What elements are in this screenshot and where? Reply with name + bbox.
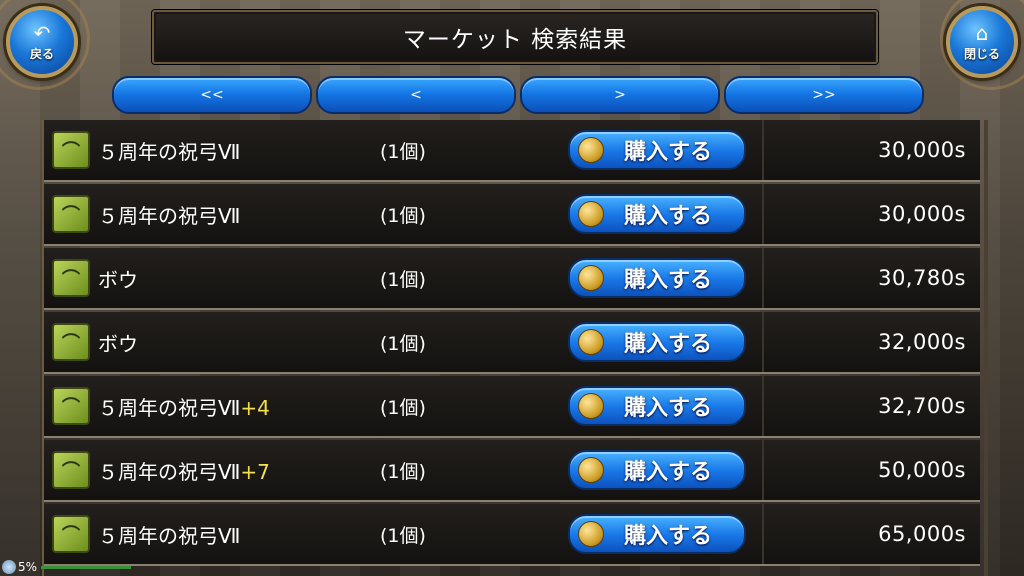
- battery-icon: [2, 560, 16, 574]
- pagination: << < > >>: [112, 76, 924, 114]
- buy-label: 購入する: [624, 204, 713, 229]
- item-price: 30,780s: [878, 266, 966, 290]
- item-name: ５周年の祝弓Ⅶ+4: [98, 395, 270, 420]
- scrollbar[interactable]: [984, 120, 988, 576]
- item-price: 30,000s: [878, 202, 966, 226]
- back-label: 戻る: [29, 46, 54, 61]
- item-quantity: (1個): [380, 204, 426, 227]
- bow-icon: ⌒: [52, 451, 90, 489]
- item-name: ５周年の祝弓Ⅶ: [98, 139, 241, 164]
- buy-label: 購入する: [624, 460, 713, 485]
- buy-label: 購入する: [624, 524, 713, 549]
- item-price: 50,000s: [878, 458, 966, 482]
- divider: [762, 184, 764, 244]
- item-name: ５周年の祝弓Ⅶ+7: [98, 459, 270, 484]
- buy-label: 購入する: [624, 268, 713, 293]
- close-button[interactable]: ⌂ 閉じる: [946, 6, 1018, 78]
- divider: [762, 440, 764, 500]
- buy-label: 購入する: [624, 140, 713, 165]
- item-price: 32,700s: [878, 394, 966, 418]
- coin-icon: [578, 329, 604, 355]
- coin-icon: [578, 137, 604, 163]
- list-item: ⌒ ボウ (1個) 購入する 32,000s: [44, 312, 980, 374]
- list-item: ⌒ ５周年の祝弓Ⅶ (1個) 購入する 30,000s: [44, 120, 980, 182]
- battery-bar: [41, 565, 132, 569]
- title-bar: マーケット 検索結果: [152, 10, 878, 64]
- item-quantity: (1個): [380, 268, 426, 291]
- buy-button[interactable]: 購入する: [568, 514, 746, 554]
- page-title: マーケット 検索結果: [402, 27, 628, 53]
- prev-page-button[interactable]: <: [316, 76, 516, 114]
- coin-icon: [578, 201, 604, 227]
- bow-icon: ⌒: [52, 387, 90, 425]
- list-item: ⌒ ５周年の祝弓Ⅶ+7 (1個) 購入する 50,000s: [44, 440, 980, 502]
- buy-button[interactable]: 購入する: [568, 258, 746, 298]
- last-page-button[interactable]: >>: [724, 76, 924, 114]
- battery-percent: 5%: [18, 560, 38, 574]
- buy-label: 購入する: [624, 332, 713, 357]
- back-button[interactable]: ↶ 戻る: [6, 6, 78, 78]
- coin-icon: [578, 265, 604, 291]
- item-name: ボウ: [98, 267, 138, 292]
- first-page-button[interactable]: <<: [112, 76, 312, 114]
- coin-icon: [578, 521, 604, 547]
- divider: [762, 120, 764, 180]
- item-quantity: (1個): [380, 140, 426, 163]
- buy-button[interactable]: 購入する: [568, 130, 746, 170]
- home-icon: ⌂: [975, 20, 989, 45]
- coin-icon: [578, 393, 604, 419]
- buy-button[interactable]: 購入する: [568, 386, 746, 426]
- close-label: 閉じる: [963, 46, 1000, 61]
- item-price: 32,000s: [878, 330, 966, 354]
- bow-icon: ⌒: [52, 515, 90, 553]
- list-item: ⌒ ５周年の祝弓Ⅶ+4 (1個) 購入する 32,700s: [44, 376, 980, 438]
- status-bar: 5%: [2, 558, 132, 576]
- buy-button[interactable]: 購入する: [568, 450, 746, 490]
- item-price: 65,000s: [878, 522, 966, 546]
- divider: [762, 312, 764, 372]
- divider: [762, 504, 764, 564]
- list-item: ⌒ ５周年の祝弓Ⅶ (1個) 購入する 65,000s: [44, 504, 980, 566]
- bow-icon: ⌒: [52, 323, 90, 361]
- buy-button[interactable]: 購入する: [568, 194, 746, 234]
- item-name: ボウ: [98, 331, 138, 356]
- bow-icon: ⌒: [52, 131, 90, 169]
- item-quantity: (1個): [380, 524, 426, 547]
- market-results-list: ⌒ ５周年の祝弓Ⅶ (1個) 購入する 30,000s ⌒ ５周年の祝弓Ⅶ (1…: [42, 120, 986, 576]
- item-price: 30,000s: [878, 138, 966, 162]
- divider: [762, 376, 764, 436]
- coin-icon: [578, 457, 604, 483]
- bow-icon: ⌒: [52, 259, 90, 297]
- list-item: ⌒ ５周年の祝弓Ⅶ (1個) 購入する 30,000s: [44, 184, 980, 246]
- list-item: ⌒ ボウ (1個) 購入する 30,780s: [44, 248, 980, 310]
- item-quantity: (1個): [380, 396, 426, 419]
- item-quantity: (1個): [380, 332, 426, 355]
- back-arrow-icon: ↶: [33, 20, 51, 45]
- item-quantity: (1個): [380, 460, 426, 483]
- bow-icon: ⌒: [52, 195, 90, 233]
- buy-button[interactable]: 購入する: [568, 322, 746, 362]
- buy-label: 購入する: [624, 396, 713, 421]
- item-name: ５周年の祝弓Ⅶ: [98, 523, 241, 548]
- item-name: ５周年の祝弓Ⅶ: [98, 203, 241, 228]
- divider: [762, 248, 764, 308]
- next-page-button[interactable]: >: [520, 76, 720, 114]
